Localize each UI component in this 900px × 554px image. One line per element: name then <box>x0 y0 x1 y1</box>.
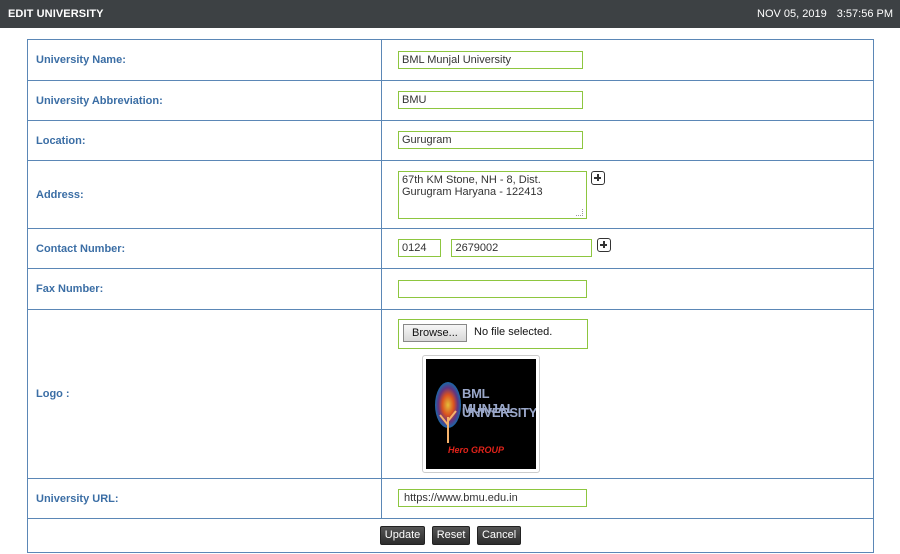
contact-label: Contact Number: <box>27 228 382 269</box>
header-time: 3:57:56 PM <box>836 8 893 20</box>
url-input[interactable]: https://www.bmu.edu.in <box>398 489 587 508</box>
row-address: Address: 67th KM Stone, NH - 8, Dist. Gu… <box>27 160 874 229</box>
fax-cell <box>381 268 874 310</box>
row-abbreviation: University Abbreviation: BMU <box>27 80 874 121</box>
location-input[interactable]: Gurugram <box>398 131 583 150</box>
row-url: University URL: https://www.bmu.edu.in <box>27 478 874 519</box>
page-title: EDIT UNIVERSITY <box>8 8 104 20</box>
contact-number-input[interactable]: 2679002 <box>451 239 593 258</box>
contact-cell: 0124 2679002 <box>381 228 874 269</box>
row-location: Location: Gurugram <box>27 120 874 161</box>
logo-cell: Browse... No file selected. BML MUNJAL U… <box>381 309 874 479</box>
url-cell: https://www.bmu.edu.in <box>381 478 874 519</box>
university-name-input[interactable]: BML Munjal University <box>398 50 583 69</box>
address-label: Address: <box>27 160 382 229</box>
address-wrap: 67th KM Stone, NH - 8, Dist. Gurugram Ha… <box>398 170 587 219</box>
university-logo-image: BML MUNJAL UNIVERSITY Hero GROUP <box>426 359 536 469</box>
contact-code-input[interactable]: 0124 <box>398 239 441 258</box>
logo-file-input[interactable]: Browse... No file selected. <box>398 319 588 349</box>
update-button[interactable]: Update <box>379 526 426 545</box>
address-cell: 67th KM Stone, NH - 8, Dist. Gurugram Ha… <box>381 160 874 229</box>
header-datetime: NOV 05, 2019 3:57:56 PM <box>747 8 893 20</box>
abbreviation-input[interactable]: BMU <box>398 91 583 110</box>
logo-text-line3: Hero GROUP <box>448 445 505 455</box>
abbreviation-label: University Abbreviation: <box>27 80 382 121</box>
abbreviation-cell: BMU <box>381 80 874 121</box>
action-bar: Update Reset Cancel <box>27 518 874 553</box>
file-status-text: No file selected. <box>474 326 553 338</box>
header-date: NOV 05, 2019 <box>757 8 827 20</box>
logo-preview: BML MUNJAL UNIVERSITY Hero GROUP <box>422 355 540 473</box>
location-label: Location: <box>27 120 382 161</box>
row-fax: Fax Number: <box>27 268 874 310</box>
page-header: EDIT UNIVERSITY NOV 05, 2019 3:57:56 PM <box>0 0 900 28</box>
add-address-plus-icon[interactable] <box>591 170 606 185</box>
resize-grip-icon[interactable] <box>576 208 583 216</box>
university-name-cell: BML Munjal University <box>381 39 874 81</box>
reset-button[interactable]: Reset <box>431 526 471 545</box>
edit-university-form: University Name: BML Munjal University U… <box>27 39 874 553</box>
fax-label: Fax Number: <box>27 268 382 310</box>
cancel-button[interactable]: Cancel <box>476 526 522 545</box>
browse-button[interactable]: Browse... <box>403 324 467 342</box>
location-cell: Gurugram <box>381 120 874 161</box>
fax-input[interactable] <box>398 279 587 298</box>
logo-text-line2: UNIVERSITY <box>462 405 536 420</box>
row-actions: Update Reset Cancel <box>27 518 874 553</box>
address-textarea[interactable]: 67th KM Stone, NH - 8, Dist. Gurugram Ha… <box>398 170 587 219</box>
logo-label: Logo : <box>27 309 382 479</box>
url-label: University URL: <box>27 478 382 519</box>
university-name-label: University Name: <box>27 39 382 81</box>
row-contact: Contact Number: 0124 2679002 <box>27 228 874 269</box>
row-university-name: University Name: BML Munjal University <box>27 39 874 81</box>
row-logo: Logo : Browse... No file selected. BML M… <box>27 309 874 479</box>
add-contact-plus-icon[interactable] <box>596 238 611 253</box>
